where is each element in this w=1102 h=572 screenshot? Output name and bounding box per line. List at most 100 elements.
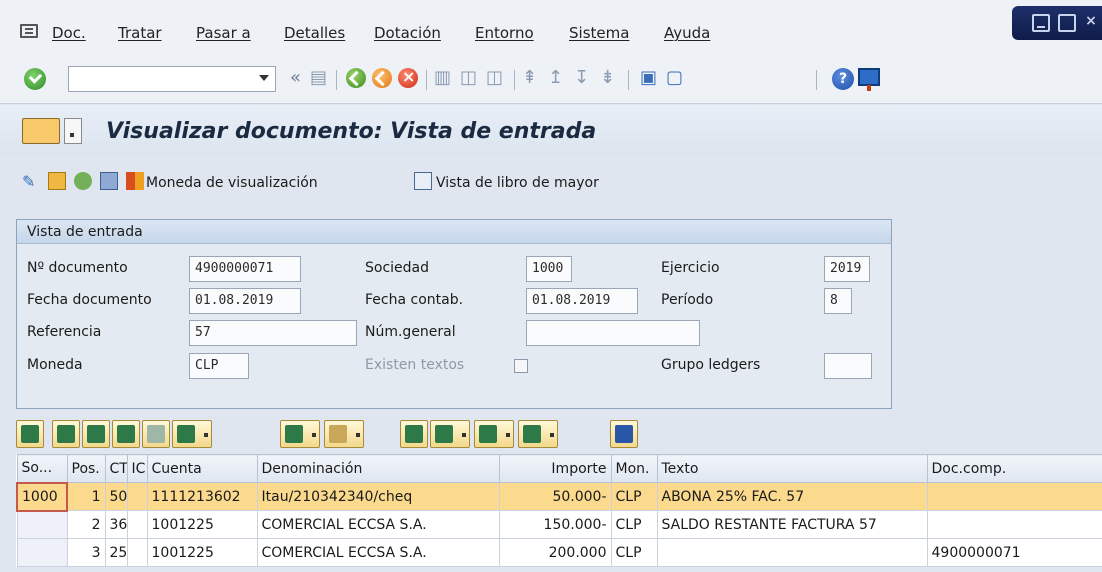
table-cell[interactable]: ABONA 25% FAC. 57 — [656, 482, 928, 511]
menu-tratar[interactable]: Tratar — [118, 24, 162, 42]
find-next-icon[interactable]: ◫ — [486, 68, 503, 88]
document-header-icon[interactable] — [48, 172, 66, 190]
column-header[interactable]: IC — [126, 454, 148, 483]
column-header[interactable]: CT — [104, 454, 128, 483]
find-next-button[interactable] — [142, 420, 170, 448]
table-cell[interactable]: 3 — [66, 538, 106, 567]
chevron-down-icon[interactable] — [259, 75, 269, 81]
menu-dotacion[interactable]: Dotación — [374, 24, 441, 42]
posting-date-field[interactable]: 01.08.2019 — [526, 288, 638, 314]
print-preview-icon[interactable] — [100, 172, 118, 190]
doc-number-field[interactable]: 4900000071 — [189, 256, 301, 282]
ledger-view-button[interactable]: Vista de libro de mayor — [436, 175, 599, 191]
column-header[interactable]: Mon. — [610, 454, 658, 483]
table-cell[interactable]: Itau/210342340/cheq — [256, 482, 500, 511]
column-header[interactable]: Texto — [656, 454, 928, 483]
enter-icon[interactable] — [24, 68, 46, 90]
next-page-icon[interactable]: ↧ — [574, 68, 589, 88]
table-cell[interactable]: 1 — [66, 482, 106, 511]
table-cell[interactable] — [16, 538, 68, 567]
table-cell[interactable]: COMERCIAL ECCSA S.A. — [256, 538, 500, 567]
ledger-group-field[interactable] — [824, 353, 872, 379]
chevron-down-icon[interactable] — [64, 118, 82, 144]
table-cell[interactable] — [126, 538, 148, 567]
menu-pasar-a[interactable]: Pasar a — [196, 24, 251, 42]
layout-button[interactable] — [518, 420, 558, 448]
minimize-icon[interactable] — [1032, 14, 1050, 32]
help-icon[interactable]: ? — [832, 68, 854, 90]
table-cell[interactable]: 200.000 — [498, 538, 612, 567]
maximize-icon[interactable] — [1058, 14, 1076, 32]
table-row[interactable]: 2 36 1001225 COMERCIAL ECCSA S.A. 150.00… — [16, 510, 1102, 539]
table-cell[interactable]: 25 — [104, 538, 128, 567]
table-cell[interactable]: 36 — [104, 510, 128, 539]
table-cell[interactable]: COMERCIAL ECCSA S.A. — [256, 510, 500, 539]
collapse-icon[interactable]: « — [290, 68, 301, 88]
table-cell[interactable]: CLP — [610, 482, 658, 511]
column-header[interactable]: Cuenta — [146, 454, 258, 483]
taxes-icon[interactable] — [74, 172, 92, 190]
company-field[interactable]: 1000 — [526, 256, 572, 282]
column-header[interactable]: Pos. — [66, 454, 106, 483]
table-cell[interactable] — [926, 482, 1102, 511]
table-cell[interactable] — [126, 482, 148, 511]
filter-button[interactable] — [172, 420, 212, 448]
total-button[interactable] — [280, 420, 320, 448]
table-cell[interactable]: 150.000- — [498, 510, 612, 539]
back-icon[interactable] — [346, 68, 366, 88]
menu-doc[interactable]: Doc. — [52, 24, 86, 42]
save-icon[interactable]: ▤ — [310, 68, 327, 88]
shortcut-icon[interactable]: ▢ — [666, 68, 683, 88]
sort-descending-button[interactable] — [82, 420, 110, 448]
menu-entorno[interactable]: Entorno — [475, 24, 534, 42]
print-preview-button[interactable] — [400, 420, 428, 448]
details-button[interactable] — [16, 420, 44, 448]
exit-icon[interactable] — [372, 68, 392, 88]
menu-ayuda[interactable]: Ayuda — [664, 24, 710, 42]
currency-field[interactable]: CLP — [189, 353, 249, 379]
column-header[interactable]: Denominación — [256, 454, 500, 483]
info-button[interactable] — [610, 420, 638, 448]
display-currency-icon[interactable] — [126, 172, 144, 190]
column-header[interactable]: Doc.comp. — [926, 454, 1102, 483]
subtotal-button[interactable] — [324, 420, 364, 448]
reference-field[interactable]: 57 — [189, 320, 357, 346]
previous-page-icon[interactable]: ↥ — [548, 68, 563, 88]
menu-sistema[interactable]: Sistema — [569, 24, 629, 42]
table-cell[interactable]: 1000 — [16, 481, 68, 512]
sort-ascending-button[interactable] — [52, 420, 80, 448]
table-cell[interactable]: 2 — [66, 510, 106, 539]
texts-exist-checkbox[interactable] — [514, 359, 528, 373]
display-change-icon[interactable]: ✎ — [22, 172, 40, 191]
command-field[interactable] — [68, 66, 276, 92]
close-icon[interactable]: × — [1082, 14, 1100, 32]
table-cell[interactable]: 4900000071 — [926, 538, 1102, 567]
menu-icon[interactable] — [20, 24, 38, 38]
table-cell[interactable]: 1111213602 — [146, 482, 258, 511]
cross-company-field[interactable] — [526, 320, 700, 346]
last-page-icon[interactable]: ⇟ — [600, 68, 615, 88]
table-cell[interactable] — [126, 510, 148, 539]
table-cell[interactable]: 1001225 — [146, 510, 258, 539]
table-cell[interactable] — [926, 510, 1102, 539]
print-icon[interactable]: ▥ — [434, 68, 451, 88]
find-icon[interactable]: ◫ — [460, 68, 477, 88]
export-button[interactable] — [474, 420, 514, 448]
new-session-icon[interactable]: ▣ — [640, 68, 657, 88]
table-cell[interactable] — [16, 510, 68, 539]
table-cell[interactable]: CLP — [610, 538, 658, 567]
table-cell[interactable]: 50.000- — [498, 482, 612, 511]
first-page-icon[interactable]: ⇞ — [522, 68, 537, 88]
table-cell[interactable]: 50 — [104, 482, 128, 511]
views-button[interactable] — [430, 420, 470, 448]
cancel-icon[interactable] — [398, 67, 418, 88]
ledger-view-icon[interactable] — [414, 172, 432, 190]
layout-menu-icon[interactable] — [858, 68, 880, 91]
services-for-object-icon[interactable] — [22, 118, 60, 144]
table-cell[interactable]: SALDO RESTANTE FACTURA 57 — [656, 510, 928, 539]
table-cell[interactable]: 1001225 — [146, 538, 258, 567]
find-button[interactable] — [112, 420, 140, 448]
period-field[interactable]: 8 — [824, 288, 852, 314]
column-header[interactable]: So... — [16, 454, 68, 483]
fiscal-year-field[interactable]: 2019 — [824, 256, 870, 282]
